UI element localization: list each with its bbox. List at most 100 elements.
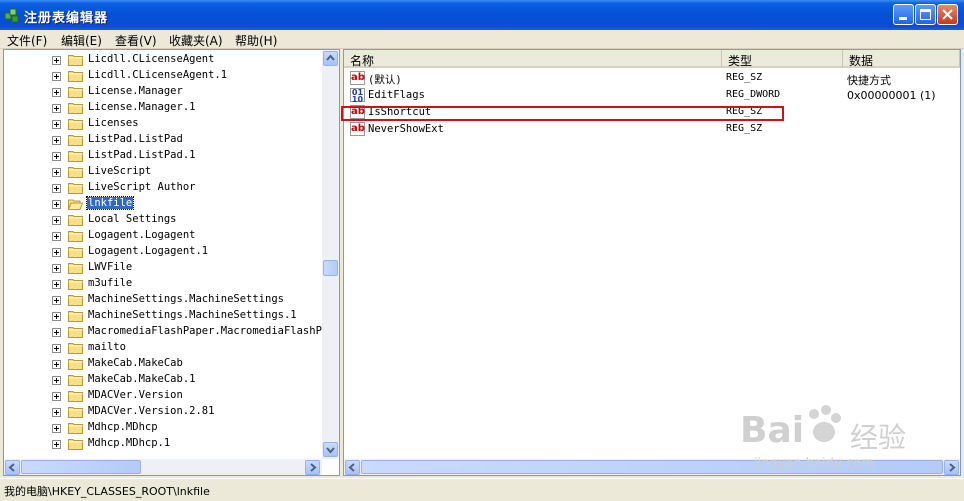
- folder-icon: [68, 311, 83, 322]
- expand-icon[interactable]: [52, 136, 61, 145]
- maximize-button[interactable]: [915, 4, 936, 25]
- expand-icon[interactable]: [52, 424, 61, 433]
- folder-icon: [68, 215, 83, 226]
- arrow-left-icon: [8, 463, 15, 472]
- tree-item[interactable]: mailto: [4, 340, 322, 356]
- folder-icon: [68, 87, 83, 98]
- tree-item[interactable]: Local Settings: [4, 212, 322, 228]
- expand-icon[interactable]: [52, 88, 61, 97]
- tree-item[interactable]: LWVFile: [4, 260, 322, 276]
- tree-item[interactable]: Logagent.Logagent.1: [4, 244, 322, 260]
- tree-item[interactable]: License.Manager: [4, 84, 322, 100]
- tree-horizontal-scrollbar[interactable]: [4, 459, 322, 475]
- tree-item[interactable]: LiveScript Author: [4, 180, 322, 196]
- folder-icon: [68, 407, 83, 418]
- tree-item[interactable]: m3ufile: [4, 276, 322, 292]
- tree-item-label: Licdll.CLicenseAgent.1: [88, 69, 228, 81]
- expand-icon[interactable]: [52, 360, 61, 369]
- arrow-up-icon: [326, 54, 335, 61]
- close-button[interactable]: [937, 4, 958, 25]
- tree-item-label: License.Manager.1: [88, 101, 196, 113]
- folder-icon: [68, 183, 83, 194]
- menu-view[interactable]: 查看(V): [115, 32, 157, 49]
- tree-item-label: ListPad.ListPad: [88, 133, 183, 145]
- expand-icon[interactable]: [52, 152, 61, 161]
- expand-icon[interactable]: [52, 248, 61, 257]
- tree-item[interactable]: LiveScript: [4, 164, 322, 180]
- tree-item[interactable]: Mdhcp.MDhcp: [4, 420, 322, 436]
- expand-icon[interactable]: [52, 168, 61, 177]
- folder-icon: [68, 167, 83, 178]
- expand-icon[interactable]: [52, 344, 61, 353]
- tree-item[interactable]: Licdll.CLicenseAgent: [4, 52, 322, 68]
- folder-icon: [68, 71, 83, 82]
- tree-item[interactable]: MachineSettings.MachineSettings.1: [4, 308, 322, 324]
- tree-item[interactable]: MDACVer.Version.2.81: [4, 404, 322, 420]
- tree-item[interactable]: MacromediaFlashPaper.MacromediaFlashPap: [4, 324, 335, 340]
- tree-scroll-up-button[interactable]: [323, 51, 338, 66]
- menu-edit[interactable]: 编辑(E): [61, 32, 102, 49]
- arrow-right-icon: [310, 463, 317, 472]
- expand-icon[interactable]: [52, 408, 61, 417]
- watermark-brand: Bai: [740, 410, 805, 451]
- folder-icon: [68, 327, 83, 338]
- expand-icon[interactable]: [52, 392, 61, 401]
- expand-icon[interactable]: [52, 56, 61, 65]
- tree-scroll-left-button[interactable]: [5, 460, 20, 475]
- tree-item[interactable]: MachineSettings.MachineSettings: [4, 292, 322, 308]
- tree-vertical-scrollbar[interactable]: [322, 50, 339, 459]
- list-scroll-left-button[interactable]: [345, 460, 360, 475]
- menu-help[interactable]: 帮助(H): [235, 32, 277, 49]
- expand-icon[interactable]: [52, 104, 61, 113]
- folder-icon: [68, 295, 83, 306]
- value-data: 快捷方式: [847, 74, 891, 87]
- tree-scroll-right-button[interactable]: [305, 460, 320, 475]
- expand-icon[interactable]: [52, 296, 61, 305]
- list-scroll-right-button[interactable]: [944, 460, 959, 475]
- tree-item[interactable]: Logagent.Logagent: [4, 228, 322, 244]
- registry-tree-pane: Licdll.CLicenseAgent Licdll.CLicenseAgent…: [3, 49, 340, 476]
- tree-item-label: MDACVer.Version: [88, 389, 183, 401]
- tree-scroll-down-button[interactable]: [323, 442, 338, 457]
- folder-icon: [68, 391, 83, 402]
- expand-icon[interactable]: [52, 264, 61, 273]
- tree-hscroll-thumb[interactable]: [21, 460, 141, 474]
- tree-scroll-thumb[interactable]: [323, 260, 338, 276]
- expand-icon[interactable]: [52, 312, 61, 321]
- tree-item[interactable]: lnkfile: [4, 196, 322, 212]
- maximize-icon: [920, 9, 931, 20]
- column-header-type[interactable]: 类型: [722, 50, 843, 68]
- expand-icon[interactable]: [52, 376, 61, 385]
- tree-item[interactable]: MakeCab.MakeCab.1: [4, 372, 322, 388]
- tree-item[interactable]: Licdll.CLicenseAgent.1: [4, 68, 322, 84]
- column-header-name[interactable]: 名称: [344, 50, 722, 68]
- expand-icon[interactable]: [52, 440, 61, 449]
- minimize-button[interactable]: [893, 4, 914, 25]
- tree-item[interactable]: ListPad.ListPad: [4, 132, 322, 148]
- expand-icon[interactable]: [52, 184, 61, 193]
- expand-icon[interactable]: [52, 200, 61, 209]
- expand-icon[interactable]: [52, 72, 61, 81]
- tree-item[interactable]: ListPad.ListPad.1: [4, 148, 322, 164]
- tree-item[interactable]: MDACVer.Version: [4, 388, 322, 404]
- column-header-data[interactable]: 数据: [843, 50, 960, 68]
- status-bar: 我的电脑\HKEY_CLASSES_ROOT\lnkfile: [0, 478, 964, 501]
- folder-icon: [68, 359, 83, 370]
- open-folder-icon: [68, 199, 83, 210]
- value-row[interactable]: 01 10 EditFlags REG_DWORD 0x00000001 (1): [344, 87, 944, 104]
- value-type: REG_SZ: [726, 123, 763, 134]
- tree-item[interactable]: Mdhcp.MDhcp.1: [4, 436, 322, 452]
- menu-file[interactable]: 文件(F): [7, 32, 47, 49]
- expand-icon[interactable]: [52, 328, 61, 337]
- value-type: REG_SZ: [726, 72, 763, 83]
- value-row[interactable]: ab (默认) REG_SZ 快捷方式: [344, 70, 944, 87]
- tree-item[interactable]: License.Manager.1: [4, 100, 322, 116]
- expand-icon[interactable]: [52, 120, 61, 129]
- tree-item[interactable]: MakeCab.MakeCab: [4, 356, 322, 372]
- expand-icon[interactable]: [52, 232, 61, 241]
- value-row[interactable]: ab NeverShowExt REG_SZ: [344, 121, 944, 138]
- expand-icon[interactable]: [52, 280, 61, 289]
- menu-favorites[interactable]: 收藏夹(A): [169, 32, 223, 49]
- expand-icon[interactable]: [52, 216, 61, 225]
- tree-item[interactable]: Licenses: [4, 116, 322, 132]
